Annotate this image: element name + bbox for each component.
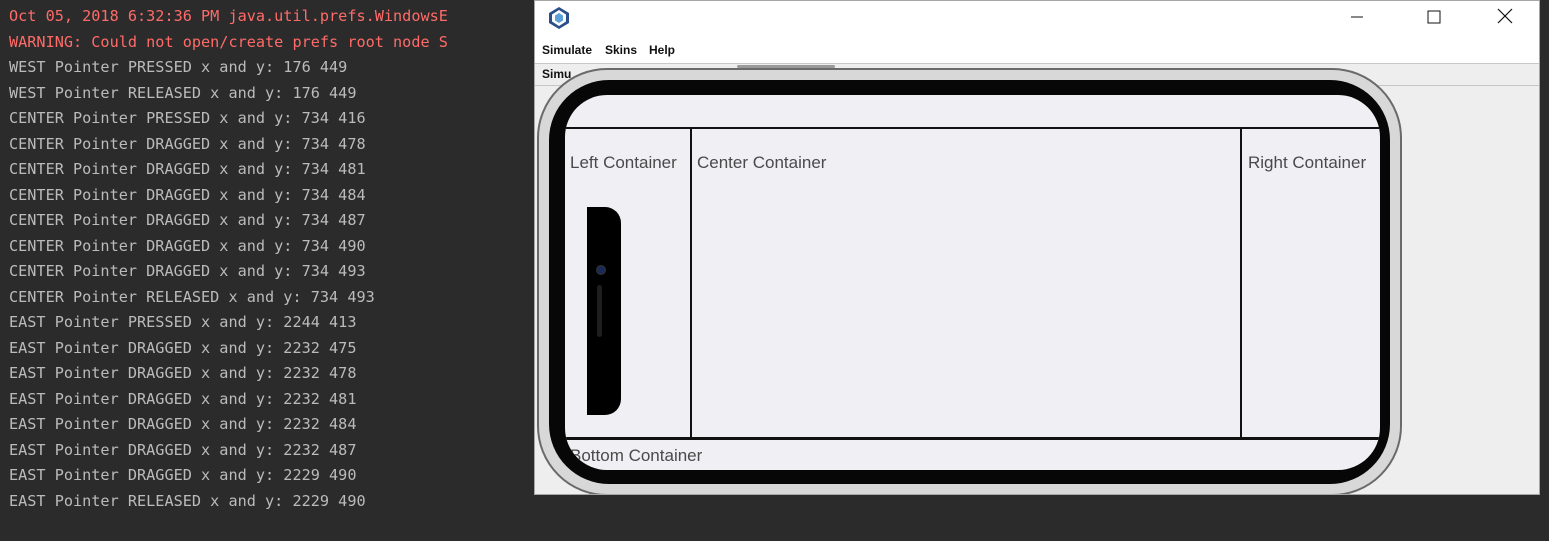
console-line: WARNING: Could not open/create prefs roo… (9, 33, 448, 51)
simulator-window[interactable]: Simulate Skins Help Simu Left Container … (534, 0, 1540, 495)
title-bar[interactable] (535, 1, 1539, 35)
right-container-label: Right Container (1248, 153, 1367, 172)
console-line: CENTER Pointer DRAGGED x and y: 734 487 (9, 211, 366, 229)
minimize-button[interactable] (1334, 1, 1380, 35)
console-line: Oct 05, 2018 6:32:36 PM java.util.prefs.… (9, 7, 448, 25)
center-container[interactable]: Center Container (692, 129, 1239, 438)
left-container-label: Left Container (570, 153, 677, 172)
close-button[interactable] (1482, 1, 1528, 35)
menu-skins[interactable]: Skins (605, 43, 637, 57)
console-line: CENTER Pointer PRESSED x and y: 734 416 (9, 109, 366, 127)
left-container[interactable]: Left Container (565, 129, 690, 438)
phone-side-button (737, 65, 835, 68)
bottom-container[interactable]: Bottom Container (565, 440, 1380, 470)
menu-bar: Simulate Skins Help (535, 39, 1539, 61)
console-line: WEST Pointer RELEASED x and y: 176 449 (9, 84, 357, 102)
console-line: CENTER Pointer DRAGGED x and y: 734 478 (9, 135, 366, 153)
console-line: CENTER Pointer DRAGGED x and y: 734 481 (9, 160, 366, 178)
maximize-icon (1427, 9, 1441, 28)
minimize-icon (1350, 9, 1364, 28)
console-line: CENTER Pointer DRAGGED x and y: 734 484 (9, 186, 366, 204)
console-line: WEST Pointer PRESSED x and y: 176 449 (9, 58, 348, 76)
console-line: EAST Pointer RELEASED x and y: 2229 490 (9, 492, 366, 510)
simulator-toolbar-label: Simu (542, 67, 572, 81)
phone-skin: Left Container Center Container Right Co… (537, 65, 1402, 494)
console-line: EAST Pointer DRAGGED x and y: 2232 481 (9, 390, 357, 408)
camera-icon (596, 265, 606, 275)
console-line: EAST Pointer DRAGGED x and y: 2232 484 (9, 415, 357, 433)
bottom-container-label: Bottom Container (570, 446, 703, 465)
center-container-label: Center Container (697, 153, 827, 172)
console-line: EAST Pointer DRAGGED x and y: 2232 478 (9, 364, 357, 382)
menu-help[interactable]: Help (649, 43, 675, 57)
codename-one-app-icon (547, 6, 571, 30)
console-line: CENTER Pointer DRAGGED x and y: 734 493 (9, 262, 366, 280)
console-line: EAST Pointer DRAGGED x and y: 2229 490 (9, 466, 357, 484)
maximize-button[interactable] (1411, 1, 1457, 35)
simulator-canvas: Simu Left Container Center Container Rig… (535, 63, 1539, 494)
console-line: CENTER Pointer DRAGGED x and y: 734 490 (9, 237, 366, 255)
close-icon (1497, 8, 1513, 28)
speaker-icon (597, 285, 602, 337)
phone-notch (587, 207, 621, 415)
right-container[interactable]: Right Container (1242, 129, 1380, 438)
phone-screen[interactable]: Left Container Center Container Right Co… (565, 95, 1380, 470)
console-line: EAST Pointer PRESSED x and y: 2244 413 (9, 313, 357, 331)
menu-simulate[interactable]: Simulate (542, 43, 592, 57)
console-line: EAST Pointer DRAGGED x and y: 2232 487 (9, 441, 357, 459)
console-line: EAST Pointer DRAGGED x and y: 2232 475 (9, 339, 357, 357)
console-line: CENTER Pointer RELEASED x and y: 734 493 (9, 288, 375, 306)
